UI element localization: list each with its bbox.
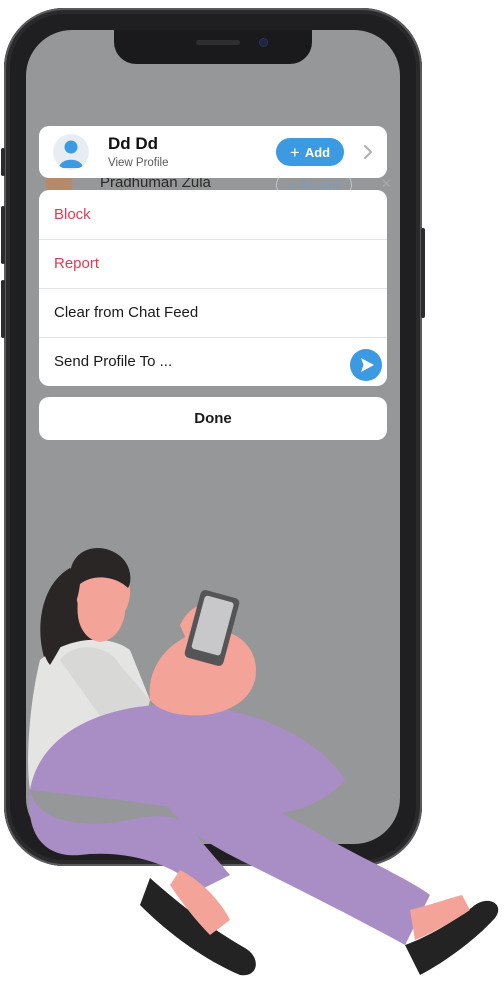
clear-chat-feed-menu-item[interactable]: Clear from Chat Feed: [39, 288, 387, 337]
speaker-grille: [196, 40, 240, 45]
view-profile-link[interactable]: View Profile: [108, 157, 169, 169]
done-button[interactable]: Done: [39, 397, 387, 440]
chevron-right-icon[interactable]: [361, 140, 375, 164]
block-menu-item[interactable]: Block: [39, 190, 387, 239]
action-sheet: Block Report Clear from Chat Feed Send P…: [39, 190, 387, 386]
profile-header-card[interactable]: Dd Dd View Profile + Add: [39, 126, 387, 178]
phone-screen: Pradhuman Zula + Accept ✕ Dd Dd View Pro…: [26, 30, 400, 844]
report-menu-item[interactable]: Report: [39, 239, 387, 288]
phone-frame: Pradhuman Zula + Accept ✕ Dd Dd View Pro…: [1, 8, 425, 866]
phone-notch: [114, 30, 312, 64]
phone-side-button: [1, 148, 5, 176]
profile-name: Dd Dd: [108, 134, 159, 153]
plus-icon: +: [289, 142, 300, 162]
send-profile-label: Send Profile To ...: [54, 353, 173, 370]
send-arrow-icon[interactable]: [350, 349, 382, 381]
send-profile-menu-item[interactable]: Send Profile To ...: [39, 337, 387, 386]
phone-volume-down: [1, 280, 5, 338]
phone-volume-up: [1, 206, 5, 264]
front-camera: [260, 39, 267, 46]
add-friend-button[interactable]: + Add: [276, 138, 344, 166]
avatar-icon: [53, 134, 89, 170]
phone-power-button: [421, 228, 425, 318]
add-button-label: Add: [304, 144, 331, 160]
